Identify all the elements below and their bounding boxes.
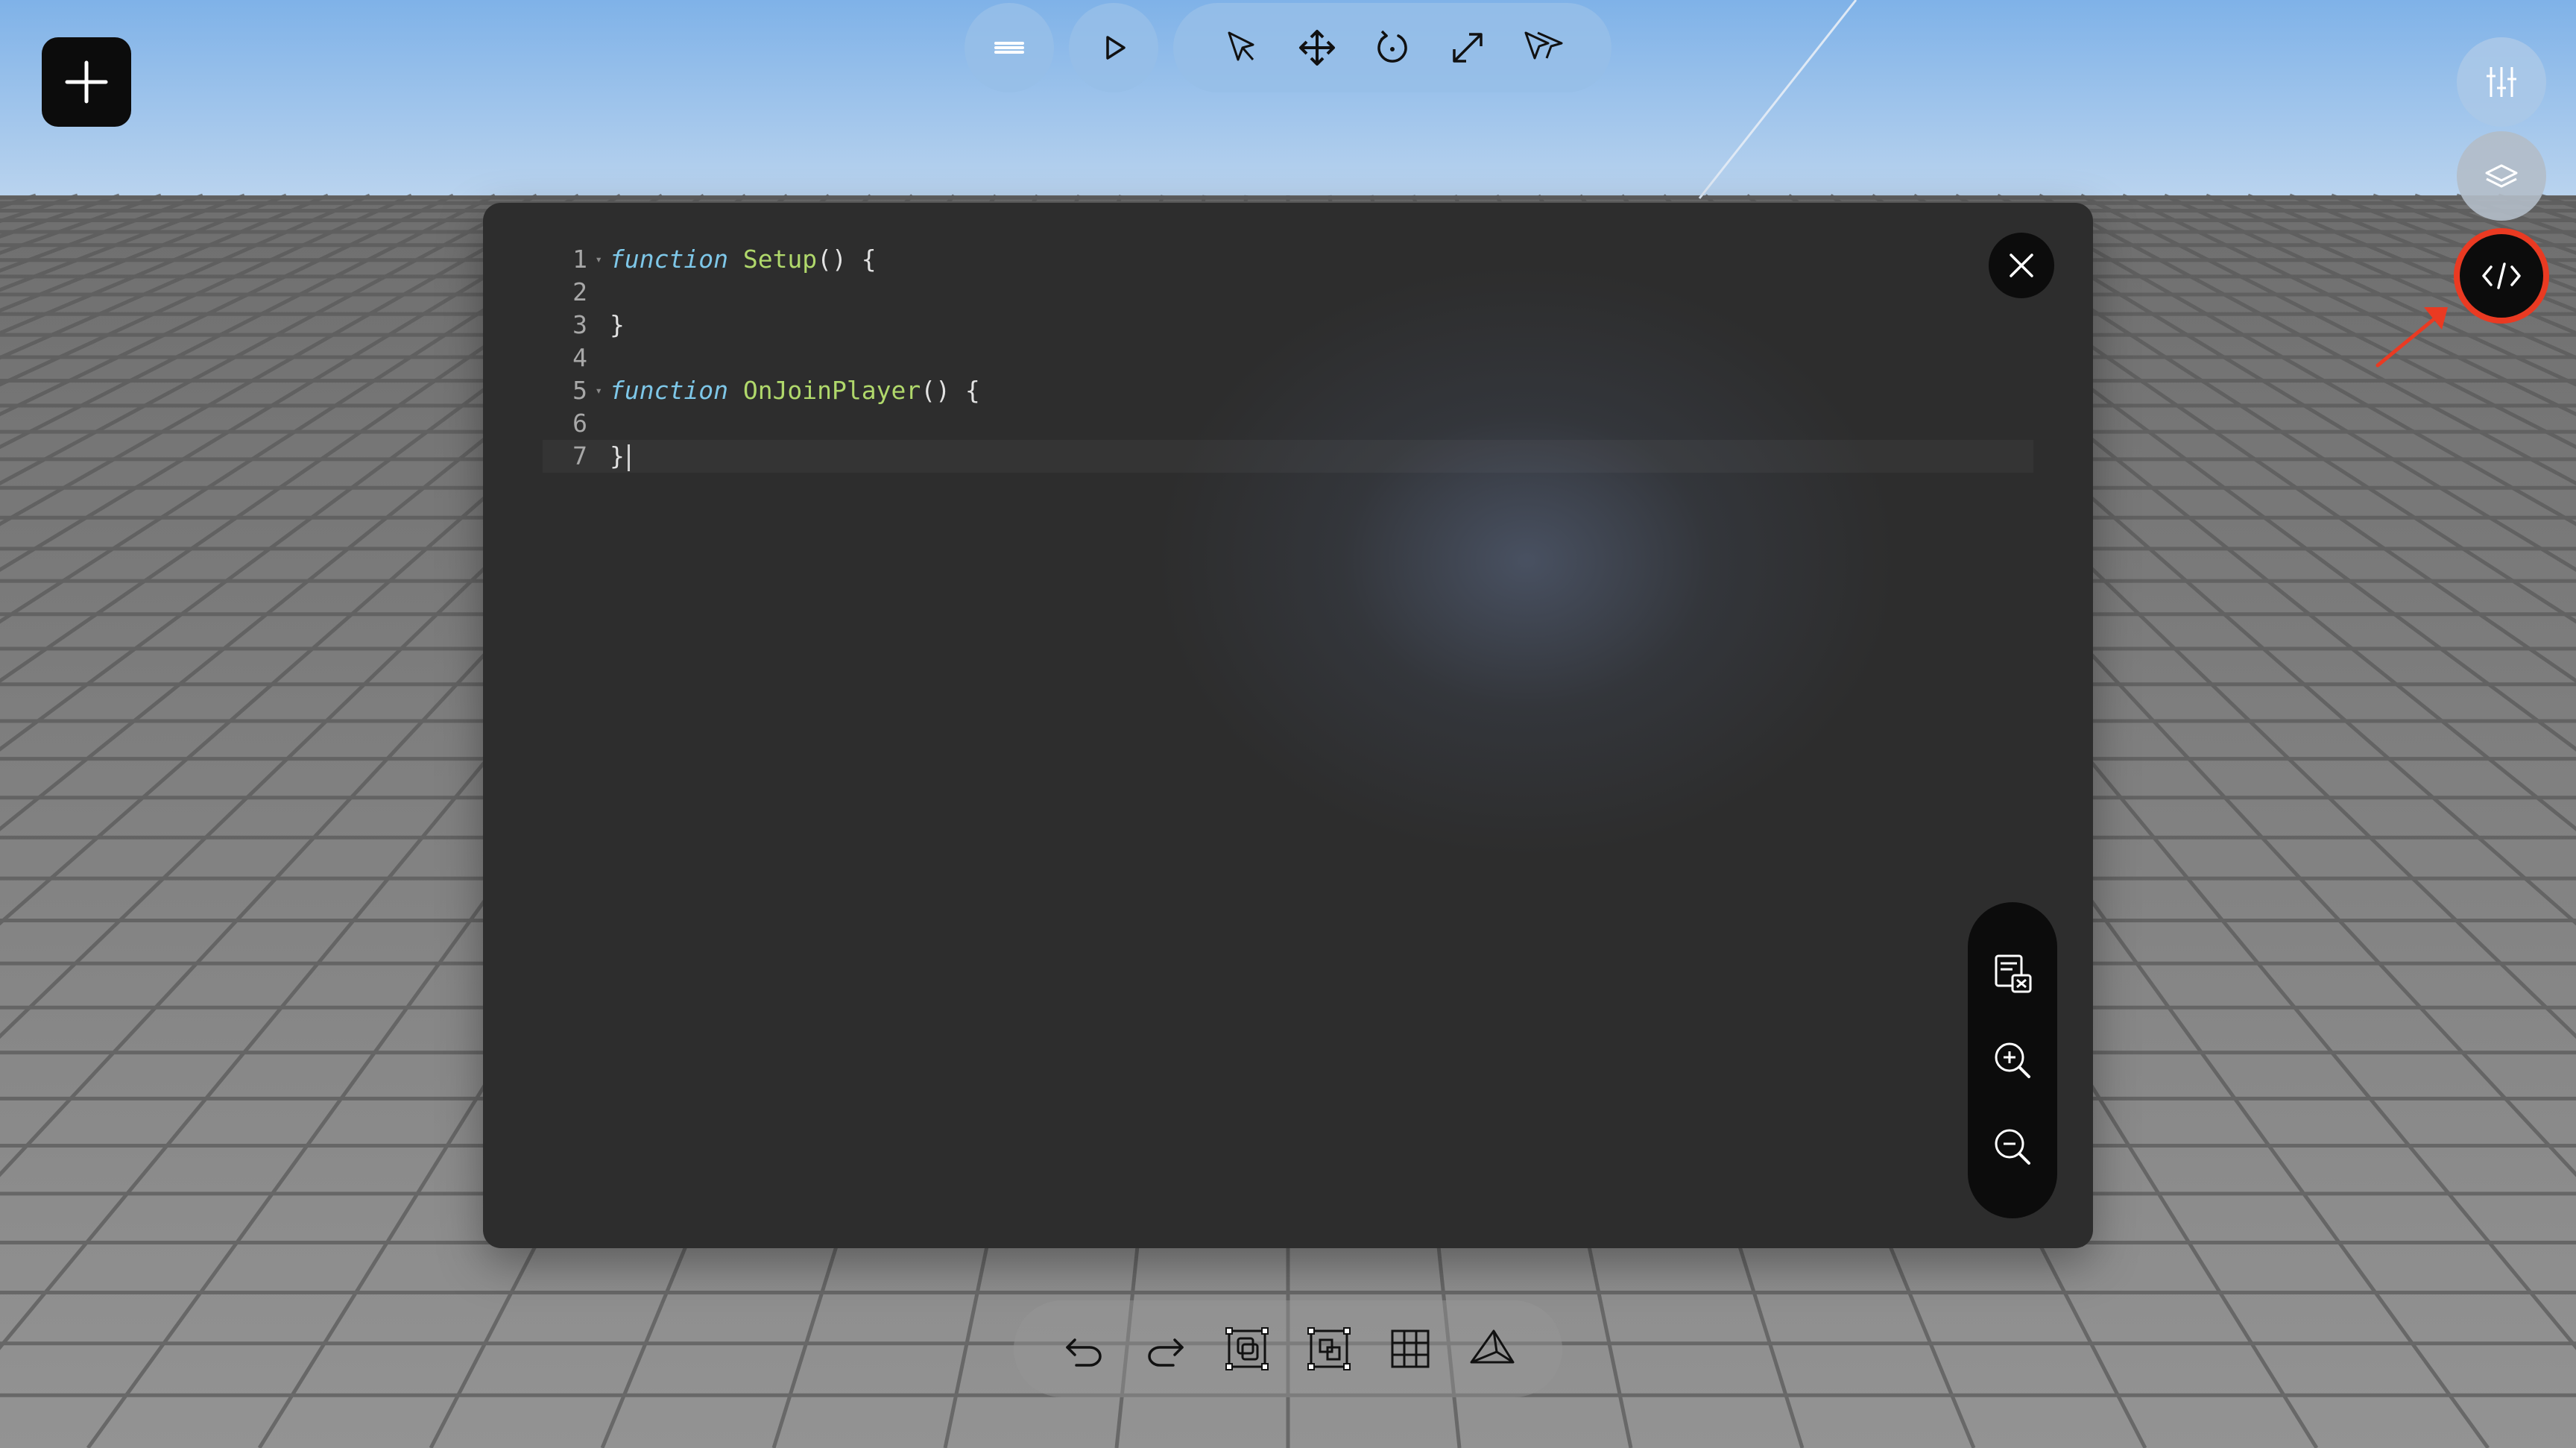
camera-button[interactable] bbox=[1459, 1315, 1526, 1382]
line-number: 4 bbox=[572, 343, 587, 372]
text-cursor bbox=[627, 444, 630, 471]
transform-toolbar bbox=[1173, 3, 1611, 92]
layers-button[interactable] bbox=[2457, 131, 2546, 221]
code-line[interactable]: 1 ▾ function Setup() { bbox=[543, 243, 2033, 276]
select-icon bbox=[1228, 31, 1254, 61]
line-source: } bbox=[610, 310, 625, 339]
zoom-out-icon bbox=[1995, 1129, 2030, 1165]
zoom-in-button[interactable] bbox=[1983, 1030, 2042, 1090]
scale-tool[interactable] bbox=[1438, 18, 1497, 78]
line-source: function Setup() { bbox=[610, 245, 877, 274]
scale-icon bbox=[1453, 33, 1483, 63]
line-number: 5 ▾ bbox=[543, 374, 602, 407]
play-button[interactable] bbox=[1069, 3, 1158, 92]
menu-icon bbox=[994, 42, 1024, 54]
pointer-arrow bbox=[2375, 307, 2448, 368]
close-editor-button[interactable] bbox=[1989, 233, 2054, 298]
line-source: } bbox=[590, 440, 630, 473]
rotate-icon bbox=[1377, 30, 1407, 63]
multi-select-icon bbox=[1524, 31, 1563, 60]
code-line[interactable]: 5 ▾ function OnJoinPlayer() { bbox=[543, 374, 2033, 407]
zoom-in-icon bbox=[1995, 1042, 2030, 1078]
code-line[interactable]: 3 } bbox=[543, 309, 2033, 341]
zoom-out-button[interactable] bbox=[1983, 1117, 2042, 1177]
clear-console-button[interactable] bbox=[1983, 944, 2042, 1004]
duplicate-icon bbox=[1225, 1327, 1269, 1370]
line-source: function OnJoinPlayer() { bbox=[610, 376, 980, 405]
grid-button[interactable] bbox=[1377, 1315, 1444, 1382]
menu-button[interactable] bbox=[965, 3, 1054, 92]
code-icon bbox=[2482, 262, 2521, 289]
editor-side-tools bbox=[1968, 902, 2057, 1218]
undo-button[interactable] bbox=[1050, 1315, 1117, 1382]
play-icon bbox=[1106, 36, 1126, 60]
redo-icon bbox=[1148, 1338, 1184, 1367]
duplicate-button[interactable] bbox=[1213, 1315, 1281, 1382]
grid-icon bbox=[1391, 1329, 1430, 1368]
line-source bbox=[590, 341, 610, 374]
fold-arrow-icon[interactable]: ▾ bbox=[595, 243, 602, 276]
rotate-tool[interactable] bbox=[1363, 18, 1422, 78]
code-line[interactable]: 6 bbox=[543, 407, 2033, 440]
layers-icon bbox=[2485, 164, 2518, 188]
add-object-button[interactable] bbox=[42, 37, 131, 127]
line-source bbox=[590, 276, 610, 309]
sliders-icon bbox=[2487, 67, 2516, 97]
code-editor-panel: 1 ▾ function Setup() { 2 3 } 4 5 ▾ functio… bbox=[483, 203, 2093, 1248]
line-number: 7 bbox=[572, 441, 587, 470]
group-icon bbox=[1307, 1327, 1351, 1370]
settings-button[interactable] bbox=[2457, 37, 2546, 127]
line-number: 3 bbox=[572, 310, 587, 339]
line-number: 1 ▾ bbox=[543, 243, 602, 276]
bottom-toolbar bbox=[1014, 1300, 1562, 1397]
group-button[interactable] bbox=[1295, 1315, 1363, 1382]
line-number: 6 bbox=[572, 409, 587, 438]
move-icon bbox=[1298, 30, 1335, 66]
line-number: 2 bbox=[572, 277, 587, 306]
code-editor-button[interactable] bbox=[2454, 228, 2549, 324]
multi-select-tool[interactable] bbox=[1514, 18, 1573, 78]
code-line[interactable]: 2 bbox=[543, 276, 2033, 309]
close-icon bbox=[2010, 254, 2033, 277]
redo-button[interactable] bbox=[1132, 1315, 1199, 1382]
clear-console-icon bbox=[1995, 954, 2032, 993]
line-source bbox=[590, 407, 610, 440]
camera-icon bbox=[1470, 1329, 1515, 1364]
move-tool[interactable] bbox=[1287, 18, 1347, 78]
fold-arrow-icon[interactable]: ▾ bbox=[595, 374, 602, 407]
undo-icon bbox=[1066, 1338, 1102, 1367]
code-line-active[interactable]: 7 } bbox=[543, 440, 2033, 473]
select-tool[interactable] bbox=[1211, 18, 1271, 78]
code-line[interactable]: 4 bbox=[543, 341, 2033, 374]
plus-icon bbox=[65, 60, 108, 104]
code-area[interactable]: 1 ▾ function Setup() { 2 3 } 4 5 ▾ functio… bbox=[543, 243, 2033, 473]
